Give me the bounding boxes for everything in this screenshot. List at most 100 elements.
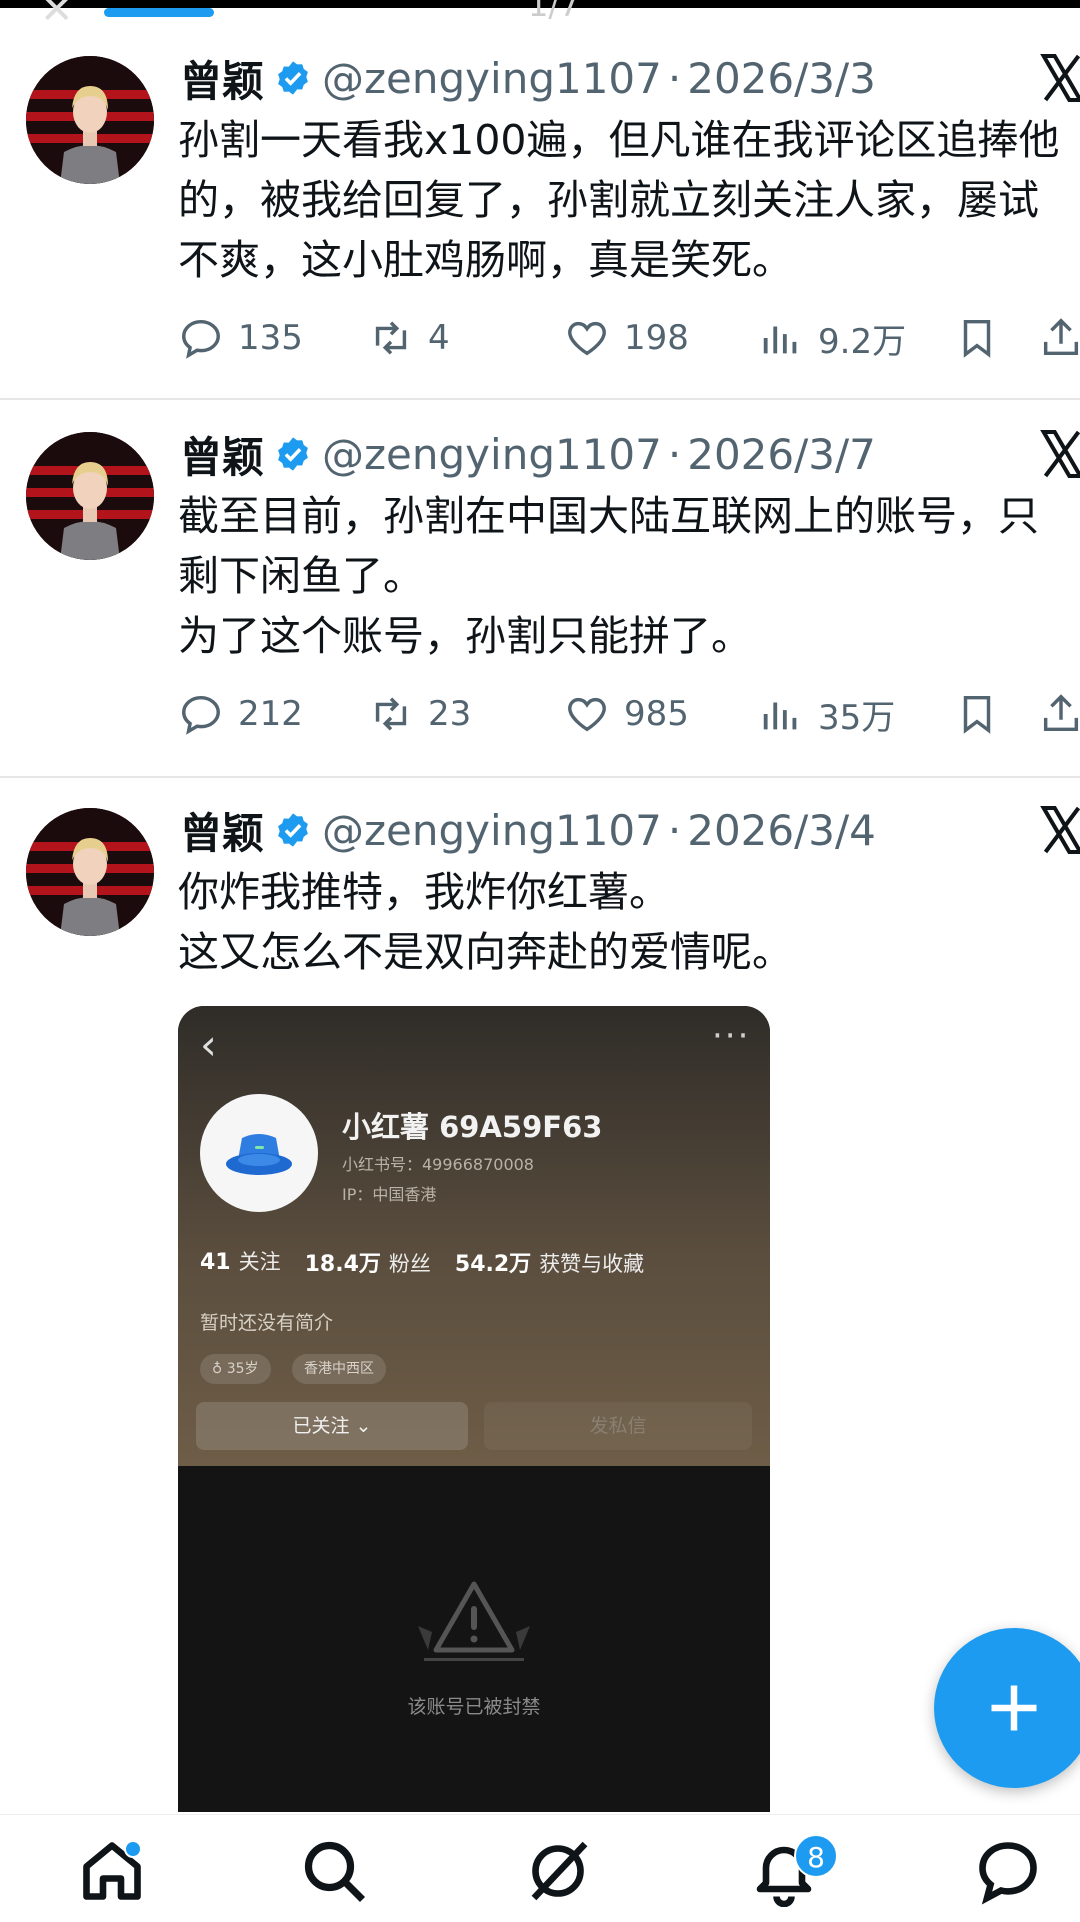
search-icon	[304, 1841, 366, 1903]
views-button[interactable]: 35万	[758, 686, 895, 742]
like-button[interactable]: 985	[564, 686, 689, 742]
likes-count: 54.2万	[454, 1252, 532, 1277]
author-handle[interactable]: @zengying1107	[322, 806, 662, 855]
message-button: 发私信	[484, 1402, 752, 1450]
tweet-text-line: 孙割一天看我x100遍，但凡谁在我评论区追捧他	[178, 116, 1060, 164]
banned-message: 该账号已被封禁	[407, 1696, 541, 1718]
tweet-text-line: 剩下闲鱼了。	[178, 552, 424, 600]
like-button[interactable]: 198	[564, 310, 689, 366]
female-icon: ♁	[212, 1361, 227, 1377]
profile-header	[178, 1006, 770, 1466]
reply-count: 212	[238, 694, 303, 734]
nav-messages[interactable]	[972, 1835, 1044, 1907]
share-button[interactable]	[1038, 310, 1080, 366]
heart-icon	[568, 321, 606, 356]
analytics-icon	[763, 702, 797, 730]
bookmark-button[interactable]	[954, 310, 1000, 366]
compose-button[interactable]	[934, 1628, 1080, 1788]
tweet-text: 截至目前，孙割在中国大陆互联网上的账号，只 剩下闲鱼了。 为了这个账号，孙割只能…	[178, 486, 1080, 666]
notification-badge: 8	[794, 1834, 838, 1878]
embedded-screenshot[interactable]: ‹ ··· 小红薯 69A59F63 小红书号：49966870008 IP：中…	[178, 1006, 770, 1812]
reply-button[interactable]: 135	[178, 310, 303, 366]
tweet-text-line: 截至目前，孙割在中国大陆互联网上的账号，只	[178, 492, 1039, 540]
profile-bio: 暂时还没有简介	[200, 1312, 334, 1334]
tweet-date[interactable]: 2026/3/4	[687, 806, 876, 855]
verified-badge-icon	[278, 813, 308, 847]
likes-label: 获赞与收藏	[539, 1252, 645, 1276]
followed-button: 已关注 ⌄	[196, 1402, 468, 1450]
viewer-progress-indicator	[104, 8, 214, 17]
warning-icon	[418, 1581, 530, 1661]
author-handle[interactable]: @zengying1107	[322, 430, 662, 479]
chat-icon	[979, 1842, 1037, 1905]
tweet-divider	[0, 398, 1080, 400]
x-logo-icon	[1040, 54, 1080, 102]
tweet-header: 曾颖 @zengying1107 · 2026/3/7	[180, 426, 876, 482]
author-name[interactable]: 曾颖	[180, 800, 264, 861]
chevron-down-icon: ⌄	[349, 1415, 372, 1437]
age-tag: ♁ 35岁	[200, 1354, 271, 1384]
followers-stat: 18.4万 粉丝	[305, 1246, 431, 1278]
profile-name: 小红薯 69A59F63	[342, 1110, 603, 1144]
bookmark-button[interactable]	[954, 686, 1000, 742]
avatar-image	[26, 808, 154, 936]
avatar-image	[26, 432, 154, 560]
following-label: 关注	[238, 1250, 281, 1274]
nav-grok[interactable]	[522, 1835, 594, 1907]
repost-button[interactable]: 23	[368, 686, 471, 742]
avatar[interactable]	[26, 56, 154, 184]
tweet-actions: 212 23 985 35万	[178, 686, 1080, 742]
bookmark-icon	[963, 319, 991, 358]
tweet-text-line: 的，被我给回复了，孙割就立刻关注人家，屡试	[178, 176, 1039, 224]
followed-button-label: 已关注	[292, 1415, 350, 1437]
tweet-text-line: 不爽，这小肚鸡肠啊，真是笑死。	[178, 236, 793, 284]
likes-stat: 54.2万 获赞与收藏	[455, 1246, 644, 1278]
repost-count: 4	[428, 318, 450, 358]
bucket-hat-icon	[226, 1134, 292, 1175]
share-button[interactable]	[1038, 686, 1080, 742]
location-tag: 香港中西区	[292, 1354, 386, 1384]
separator-dot: ·	[667, 429, 682, 479]
reply-button[interactable]: 212	[178, 686, 303, 742]
profile-stats: 41 关注 18.4万 粉丝 54.2万 获赞与收藏	[200, 1246, 644, 1278]
tweet-header: 曾颖 @zengying1107 · 2026/3/3	[180, 50, 876, 106]
repost-button[interactable]: 4	[368, 310, 450, 366]
views-button[interactable]: 9.2万	[758, 310, 906, 366]
repost-count: 23	[428, 694, 472, 734]
bottom-navigation	[0, 1814, 1080, 1922]
following-count: 41	[200, 1250, 231, 1275]
nav-search[interactable]	[298, 1835, 370, 1907]
profile-avatar	[200, 1094, 318, 1212]
share-icon	[1043, 318, 1079, 356]
author-name[interactable]: 曾颖	[180, 424, 264, 485]
tweet-text-line: 你炸我推特，我炸你红薯。	[178, 868, 670, 916]
like-count: 985	[624, 694, 689, 734]
bookmark-icon	[963, 695, 991, 734]
reply-icon	[182, 695, 220, 735]
plus-icon	[991, 1685, 1037, 1731]
verified-badge-icon	[278, 437, 308, 471]
view-count: 9.2万	[818, 321, 907, 362]
viewer-top-bar: ✕ 1/7	[0, 0, 1080, 30]
age-tag-text: 35岁	[226, 1361, 259, 1377]
tweet-text: 孙割一天看我x100遍，但凡谁在我评论区追捧他 的，被我给回复了，孙割就立刻关注…	[178, 110, 1080, 290]
tweet-actions: 135 4 198 9.2万	[178, 310, 1080, 366]
author-name[interactable]: 曾颖	[180, 48, 264, 109]
home-unread-dot	[124, 1840, 142, 1858]
separator-dot: ·	[667, 53, 682, 103]
share-icon	[1043, 694, 1079, 732]
tweet-date[interactable]: 2026/3/3	[687, 54, 876, 103]
view-count: 35万	[818, 697, 896, 738]
author-handle[interactable]: @zengying1107	[322, 54, 662, 103]
back-arrow-icon: ‹	[200, 1020, 217, 1069]
separator-dot: ·	[667, 805, 682, 855]
profile-id: 小红书号：49966870008	[342, 1155, 534, 1174]
reply-icon	[182, 319, 220, 359]
more-options-icon: ···	[712, 1016, 751, 1056]
tweet-text-line: 这又怎么不是双向奔赴的爱情呢。	[178, 928, 793, 976]
tweet-date[interactable]: 2026/3/7	[687, 430, 876, 479]
tweet-header: 曾颖 @zengying1107 · 2026/3/4	[180, 802, 876, 858]
avatar[interactable]	[26, 808, 154, 936]
close-icon[interactable]: ✕	[40, 0, 74, 30]
avatar[interactable]	[26, 432, 154, 560]
